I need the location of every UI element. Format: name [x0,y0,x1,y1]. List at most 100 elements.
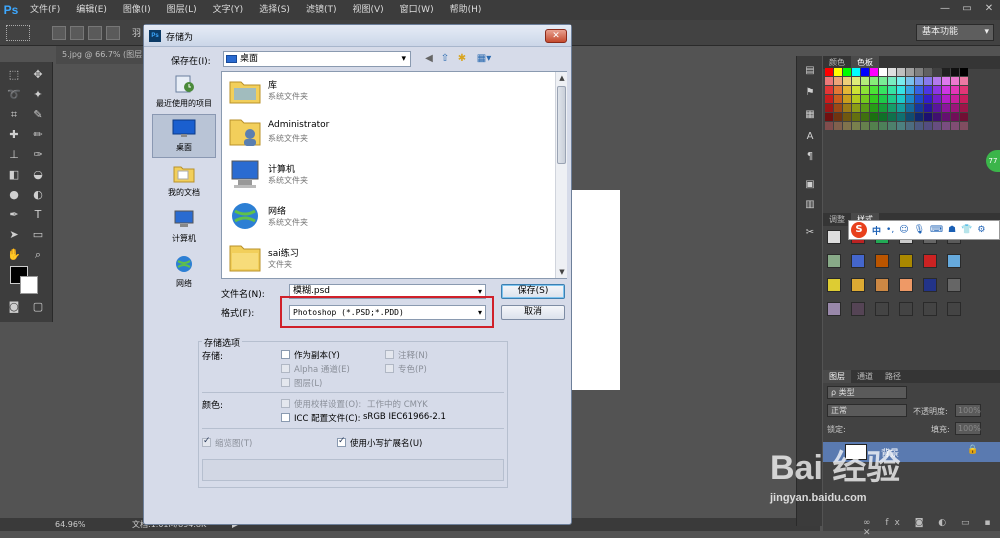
swatch[interactable] [933,122,941,130]
swatch[interactable] [870,113,878,121]
swatch[interactable] [906,95,914,103]
swatch[interactable] [843,77,851,85]
hand-tool-icon[interactable]: ✋ [4,246,24,264]
swatch[interactable] [951,122,959,130]
swatch[interactable] [897,77,905,85]
swatch[interactable] [834,68,842,76]
style-preset[interactable] [923,278,937,292]
place-documents[interactable]: 我的文档 [152,160,216,204]
place-recent[interactable]: 最近使用的项目 [152,71,216,115]
swatch[interactable] [861,86,869,94]
swatch[interactable] [951,77,959,85]
swatch[interactable] [906,86,914,94]
file-item-network[interactable]: 网络 系统文件夹 [226,198,546,236]
close-app-button[interactable]: ✕ [978,0,1000,18]
swatch[interactable] [906,77,914,85]
thumbnail-checkbox[interactable] [202,436,211,447]
swatch[interactable] [897,113,905,121]
swatch[interactable] [951,95,959,103]
swatch[interactable] [879,95,887,103]
ime-punct-icon[interactable]: •, [886,225,894,235]
add-selection-icon[interactable] [70,26,84,40]
swatch[interactable] [906,104,914,112]
quick-mask-icon[interactable]: ◙ [4,298,24,316]
swatch[interactable] [924,122,932,130]
swatch[interactable] [870,77,878,85]
swatch[interactable] [942,68,950,76]
swatch[interactable] [942,104,950,112]
style-preset[interactable] [875,278,889,292]
menu-filter[interactable]: 滤镜(T) [298,0,345,20]
pen-tool-icon[interactable]: ✒ [4,206,24,224]
lowercase-ext-checkbox[interactable] [337,436,346,447]
swatch[interactable] [825,86,833,94]
history-panel-icon[interactable]: ▤ [802,64,818,78]
swatch[interactable] [843,68,851,76]
swatch[interactable] [888,95,896,103]
swatch[interactable] [897,95,905,103]
swatch[interactable] [924,113,932,121]
style-preset[interactable] [851,254,865,268]
swatch[interactable] [861,113,869,121]
history-brush-icon[interactable]: ✑ [28,146,48,164]
crop-tool-icon[interactable]: ⌗ [4,106,24,124]
style-preset[interactable] [851,302,865,316]
swatch[interactable] [888,86,896,94]
layer-kind-filter[interactable]: ρ 类型 [827,386,907,399]
swatch[interactable] [915,77,923,85]
swatch[interactable] [825,77,833,85]
brush-tool-icon[interactable]: ✏ [28,126,48,144]
style-preset[interactable] [899,278,913,292]
swatch[interactable] [933,86,941,94]
swatch[interactable] [879,86,887,94]
character-panel-icon[interactable]: A [802,130,818,144]
swatch[interactable] [906,113,914,121]
swatch[interactable] [870,68,878,76]
swatch[interactable] [870,95,878,103]
swatch[interactable] [960,113,968,121]
style-preset[interactable] [875,302,889,316]
maximize-button[interactable]: ▭ [956,0,978,18]
tool-presets-icon[interactable]: ✂ [802,226,818,240]
dodge-tool-icon[interactable]: ◐ [28,186,48,204]
swatch[interactable] [879,113,887,121]
swatch[interactable] [960,104,968,112]
swatch[interactable] [843,95,851,103]
menu-select[interactable]: 选择(S) [251,0,298,20]
eyedropper-icon[interactable]: ✎ [28,106,48,124]
file-item-computer[interactable]: 计算机 系统文件夹 [226,156,546,194]
file-item-sai[interactable]: sai练习 文件夹 [226,240,546,278]
swatch[interactable] [825,113,833,121]
opacity-input[interactable]: 100% [955,404,981,417]
style-preset[interactable] [947,302,961,316]
zoom-tool-icon[interactable]: ⌕ [28,246,48,264]
move-tool-icon[interactable]: ✥ [28,66,48,84]
swatch[interactable] [843,122,851,130]
layers-checkbox[interactable] [281,378,290,387]
swatch[interactable] [888,104,896,112]
swatch[interactable] [906,122,914,130]
style-preset[interactable] [827,230,841,244]
swatch[interactable] [960,86,968,94]
swatch[interactable] [933,68,941,76]
swatch[interactable] [843,104,851,112]
healing-brush-icon[interactable]: ✚ [4,126,24,144]
clone-source-icon[interactable]: ▥ [802,198,818,212]
style-preset[interactable] [899,302,913,316]
place-network[interactable]: 网络 [152,251,216,295]
file-item-library[interactable]: 库 系统文件夹 [226,72,546,110]
style-preset[interactable] [947,278,961,292]
icc-checkbox[interactable] [281,413,290,422]
ime-keyboard-icon[interactable]: ⌨ [930,225,943,235]
swatch[interactable] [888,77,896,85]
swatch[interactable] [852,77,860,85]
scroll-up-icon[interactable]: ▲ [556,72,568,84]
swatch[interactable] [888,122,896,130]
ime-settings-icon[interactable]: ⚙ [977,225,985,235]
style-preset[interactable] [851,278,865,292]
style-preset[interactable] [875,254,889,268]
dialog-titlebar[interactable]: Ps 存储为 ✕ [144,25,571,47]
swatch[interactable] [843,113,851,121]
swatch[interactable] [861,104,869,112]
dialog-close-button[interactable]: ✕ [545,29,567,43]
